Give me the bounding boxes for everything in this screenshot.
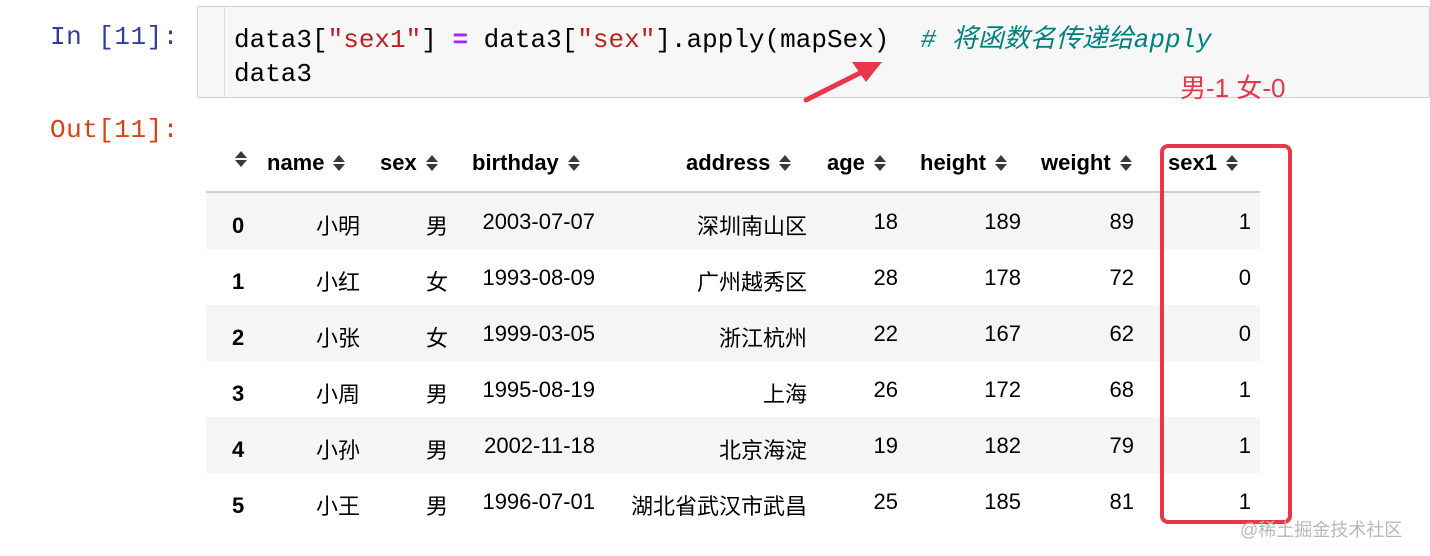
table-cell-name: 小红 bbox=[315, 270, 360, 295]
table-cell-height: 182 bbox=[984, 433, 1021, 458]
table-cell-sex: 男 bbox=[425, 382, 448, 407]
table-cell-birthday: 1996-07-01 bbox=[482, 489, 595, 514]
sex1-column-highlight bbox=[1160, 144, 1292, 524]
header-label: weight bbox=[1041, 150, 1111, 175]
row-index: 4 bbox=[232, 437, 245, 462]
table-cell-weight: 72 bbox=[1109, 265, 1134, 290]
table-cell-age: 26 bbox=[873, 377, 898, 402]
header-height[interactable]: height bbox=[920, 150, 1008, 176]
annotation-label: 男-1 女-0 bbox=[1180, 73, 1286, 103]
table-row: 5 小王男 1996-07-01 湖北省武汉市武昌 25 185 81 1 bbox=[206, 473, 1260, 529]
table-cell-name: 小孙 bbox=[315, 438, 360, 463]
row-index: 0 bbox=[232, 213, 245, 238]
table-cell-address: 上海 bbox=[762, 382, 807, 407]
row-index: 5 bbox=[232, 493, 245, 518]
sort-icon[interactable] bbox=[332, 154, 346, 172]
table-cell-age: 25 bbox=[873, 489, 898, 514]
header-label: height bbox=[920, 150, 986, 175]
table-cell-sex: 男 bbox=[425, 494, 448, 519]
header-address[interactable]: address bbox=[686, 150, 792, 176]
header-label: name bbox=[267, 150, 325, 175]
sort-icon[interactable] bbox=[234, 150, 248, 168]
sort-icon[interactable] bbox=[1119, 154, 1133, 172]
table-row: 2 小张女 1999-03-05 浙江杭州 22 167 62 0 bbox=[206, 305, 1260, 361]
sort-icon[interactable] bbox=[994, 154, 1008, 172]
table-cell-birthday: 1993-08-09 bbox=[482, 265, 595, 290]
table-cell-weight: 62 bbox=[1109, 321, 1134, 346]
table-cell-age: 19 bbox=[873, 433, 898, 458]
table-cell-name: 小王 bbox=[315, 494, 360, 519]
table-cell-birthday: 1995-08-19 bbox=[482, 377, 595, 402]
sort-icon[interactable] bbox=[778, 154, 792, 172]
table-cell-address: 湖北省武汉市武昌 bbox=[630, 494, 807, 519]
table-header-row: name sex birthday address age height wei… bbox=[206, 136, 1260, 193]
table-cell-birthday: 2002-11-18 bbox=[484, 433, 595, 458]
sort-icon[interactable] bbox=[567, 154, 581, 172]
table-row: 3 小周男 1995-08-19 上海 26 172 68 1 bbox=[206, 361, 1260, 417]
header-sex[interactable]: sex bbox=[380, 150, 439, 176]
table-cell-age: 18 bbox=[873, 209, 898, 234]
table-row: 4 小孙男 2002-11-18 北京海淀 19 182 79 1 bbox=[206, 417, 1260, 473]
table-cell-birthday: 1999-03-05 bbox=[482, 321, 595, 346]
row-index: 1 bbox=[232, 269, 245, 294]
table-cell-address: 浙江杭州 bbox=[718, 326, 807, 351]
table-cell-sex: 男 bbox=[425, 214, 448, 239]
table-cell-address: 北京海淀 bbox=[718, 438, 807, 463]
table-cell-sex: 男 bbox=[425, 438, 448, 463]
table-cell-weight: 79 bbox=[1109, 433, 1134, 458]
header-label: sex bbox=[380, 150, 417, 175]
sort-icon[interactable] bbox=[873, 154, 887, 172]
table-cell-name: 小周 bbox=[315, 382, 360, 407]
table-cell-name: 小张 bbox=[315, 326, 360, 351]
table-cell-age: 22 bbox=[873, 321, 898, 346]
table-cell-name: 小明 bbox=[315, 214, 360, 239]
table-cell-weight: 89 bbox=[1109, 209, 1134, 234]
header-index[interactable] bbox=[226, 150, 248, 168]
header-weight[interactable]: weight bbox=[1041, 150, 1133, 176]
table-cell-birthday: 2003-07-07 bbox=[482, 209, 595, 234]
header-birthday[interactable]: birthday bbox=[472, 150, 581, 176]
row-index: 2 bbox=[232, 325, 245, 350]
table-cell-address: 深圳南山区 bbox=[696, 214, 807, 239]
table-cell-weight: 68 bbox=[1109, 377, 1134, 402]
table-row: 1 小红女 1993-08-09 广州越秀区 28 178 72 0 bbox=[206, 249, 1260, 305]
header-label: age bbox=[827, 150, 865, 175]
header-name[interactable]: name bbox=[267, 150, 346, 176]
row-index: 3 bbox=[232, 381, 245, 406]
table-cell-weight: 81 bbox=[1109, 489, 1134, 514]
table-cell-address: 广州越秀区 bbox=[696, 270, 807, 295]
table-row: 0 小明男 2003-07-07 深圳南山区 18 189 89 1 bbox=[206, 193, 1260, 249]
table-cell-height: 167 bbox=[984, 321, 1021, 346]
table-cell-height: 189 bbox=[984, 209, 1021, 234]
table-cell-height: 172 bbox=[984, 377, 1021, 402]
sort-icon[interactable] bbox=[425, 154, 439, 172]
header-label: birthday bbox=[472, 150, 559, 175]
table-cell-sex: 女 bbox=[425, 326, 448, 351]
watermark: @稀土掘金技术社区 bbox=[1240, 520, 1403, 540]
header-label: address bbox=[686, 150, 771, 175]
header-age[interactable]: age bbox=[827, 150, 887, 176]
table-cell-age: 28 bbox=[873, 265, 898, 290]
table-cell-height: 178 bbox=[984, 265, 1021, 290]
table-cell-sex: 女 bbox=[425, 270, 448, 295]
table-cell-height: 185 bbox=[984, 489, 1021, 514]
